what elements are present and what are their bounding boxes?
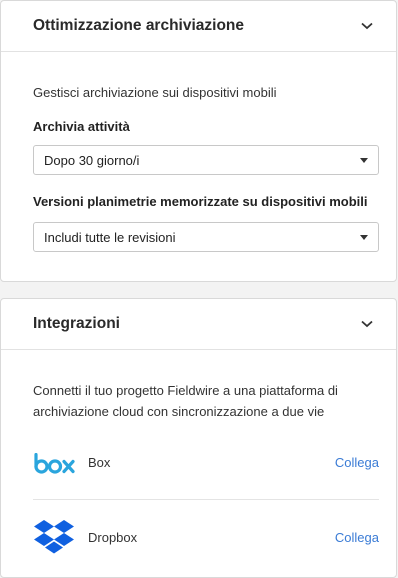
chevron-down-icon[interactable] [360,19,374,33]
storage-optimization-title: Ottimizzazione archiviazione [33,17,245,34]
caret-down-icon [360,157,368,163]
integrations-title: Integrazioni [33,315,120,332]
integrations-card: Integrazioni Connetti il tuo progetto Fi… [0,298,397,578]
caret-down-icon [360,234,368,240]
dropbox-name: Dropbox [88,530,138,545]
integration-divider [33,499,379,500]
box-name: Box [88,455,111,470]
storage-optimization-card: Ottimizzazione archiviazione Gestisci ar… [0,0,397,282]
connect-box-link[interactable]: Collega [335,455,379,470]
connect-dropbox-link[interactable]: Collega [335,530,379,545]
integration-row-dropbox: Dropbox Collega [33,519,379,559]
storage-optimization-header[interactable]: Ottimizzazione archiviazione [1,1,396,52]
archive-activity-select[interactable]: Dopo 30 giorno/i [33,145,379,175]
plan-versions-select[interactable]: Includi tutte le revisioni [33,222,379,252]
integrations-description: Connetti il tuo progetto Fieldwire a una… [33,380,338,422]
integrations-description-line-2: archiviazione cloud con sincronizzazione… [33,404,325,419]
box-logo-icon [33,452,75,480]
dropbox-logo-icon [33,519,75,562]
storage-description: Gestisci archiviazione sui dispositivi m… [33,85,277,100]
integrations-description-line-1: Connetti il tuo progetto Fieldwire a una… [33,383,338,398]
integration-row-box: Box Collega [33,451,379,479]
plan-versions-value: Includi tutte le revisioni [44,229,176,245]
archive-activity-label: Archivia attività [33,119,130,134]
chevron-down-icon[interactable] [360,317,374,331]
plan-versions-label: Versioni planimetrie memorizzate su disp… [33,194,368,209]
archive-activity-value: Dopo 30 giorno/i [44,152,140,168]
integrations-header[interactable]: Integrazioni [1,299,396,350]
